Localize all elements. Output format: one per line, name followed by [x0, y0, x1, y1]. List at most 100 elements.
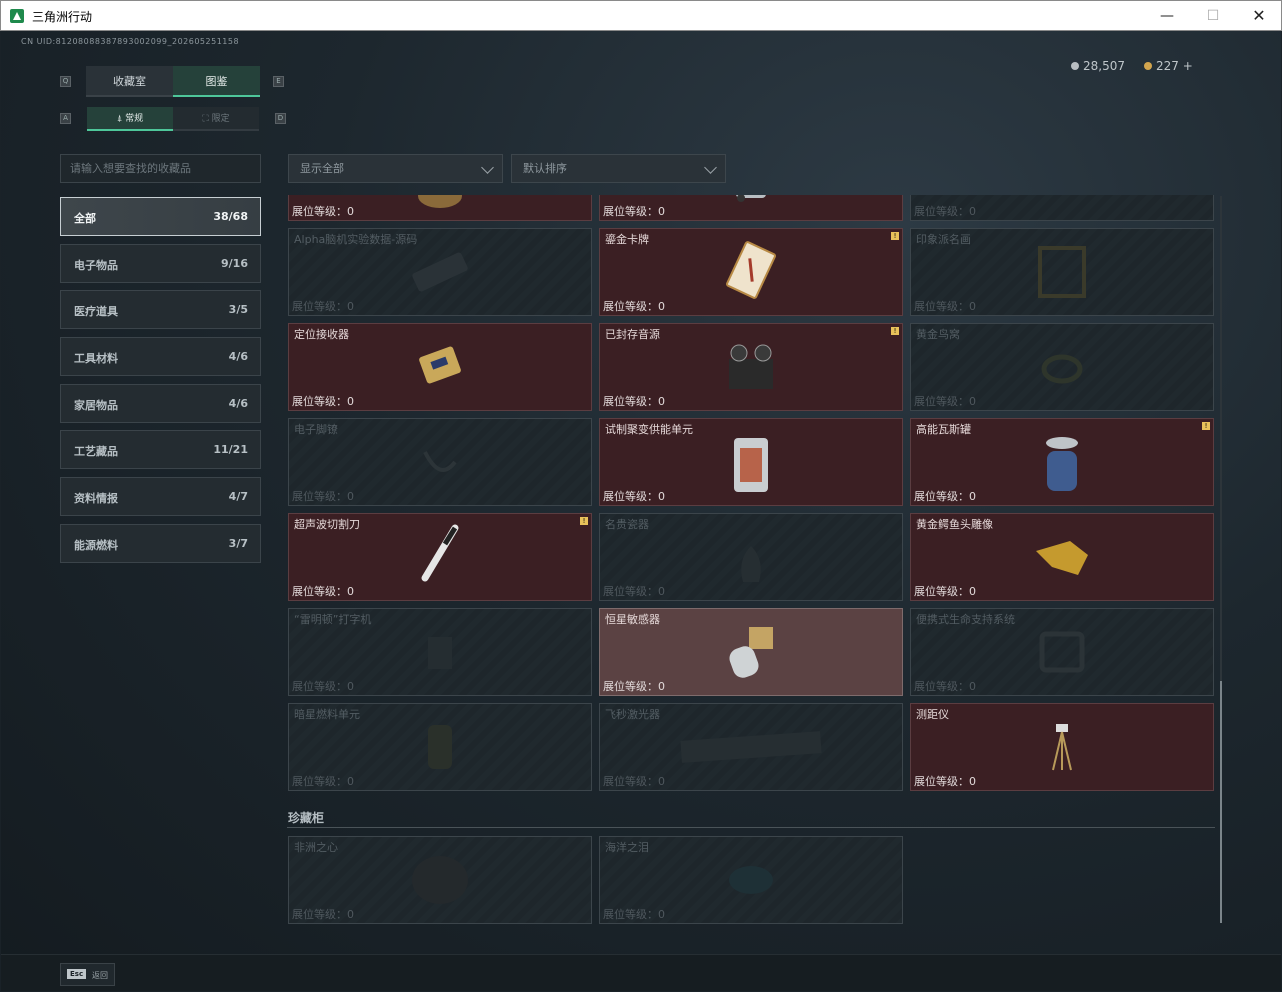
prev-subtab-key-icon[interactable]: A: [60, 113, 71, 124]
tab-catalog[interactable]: 图鉴: [173, 66, 260, 97]
treasure-card[interactable]: 非洲之心 展位等级：0: [288, 836, 592, 924]
bottom-bar: Esc 返回: [1, 954, 1281, 991]
item-card[interactable]: 印象派名画 展位等级：0: [910, 228, 1214, 316]
item-name: “雷明顿”打字机: [294, 613, 372, 626]
back-button[interactable]: Esc 返回: [60, 963, 115, 986]
silver-amount: 28,507: [1083, 59, 1125, 73]
item-level: 展位等级：0: [603, 680, 665, 693]
chevron-down-icon: [704, 161, 717, 174]
item-name: 海洋之泪: [605, 841, 649, 854]
category-household[interactable]: 家居物品 4/6: [60, 384, 261, 423]
item-level: 展位等级：0: [914, 395, 976, 408]
ultrasonic-cutter-icon: [421, 524, 459, 582]
item-card[interactable]: 试制聚变供能单元 展位等级：0: [599, 418, 903, 506]
category-label: 全部: [74, 212, 96, 225]
tear-of-ocean-icon: [729, 866, 773, 894]
next-subtab-key-icon[interactable]: D: [275, 113, 286, 124]
app-logo-icon: [10, 9, 24, 23]
item-level: 展位等级：0: [292, 490, 354, 503]
item-level: 展位等级：0: [292, 680, 354, 693]
item-card[interactable]: 展位等级：0: [599, 195, 903, 221]
gas-canister-icon: [1046, 436, 1078, 491]
next-tab-key-icon[interactable]: E: [273, 76, 284, 87]
item-level: 展位等级：0: [292, 585, 354, 598]
category-electronics[interactable]: 电子物品 9/16: [60, 244, 261, 283]
porcelain-vase-icon: [741, 531, 761, 582]
category-medical[interactable]: 医疗道具 3/5: [60, 290, 261, 329]
item-card-selected[interactable]: 恒星敏感器 展位等级：0: [599, 608, 903, 696]
item-name: 测距仪: [916, 708, 949, 721]
gold-currency[interactable]: 227 +: [1144, 59, 1193, 73]
item-card[interactable]: 定位接收器 展位等级：0: [288, 323, 592, 411]
subtab-regular[interactable]: ⍋ 常规: [87, 107, 173, 131]
category-label: 工艺藏品: [74, 445, 118, 458]
fuel-cell-icon: [428, 725, 452, 769]
category-label: 能源燃料: [74, 539, 118, 552]
device-icon: [736, 195, 766, 202]
item-name: 暗星燃料单元: [294, 708, 360, 721]
category-count: 4/6: [228, 397, 248, 410]
item-card[interactable]: 超声波切割刀 ! 展位等级：0: [288, 513, 592, 601]
item-card[interactable]: 鎏金卡牌 ! 展位等级：0: [599, 228, 903, 316]
item-card[interactable]: Alpha脑机实验数据-源码 展位等级：0: [288, 228, 592, 316]
item-level: 展位等级：0: [292, 395, 354, 408]
item-level: 展位等级：0: [292, 300, 354, 313]
item-card[interactable]: 测距仪 展位等级：0: [910, 703, 1214, 791]
close-button[interactable]: ✕: [1236, 1, 1282, 31]
category-tools[interactable]: 工具材料 4/6: [60, 337, 261, 376]
item-name: 高能瓦斯罐: [916, 423, 971, 436]
item-level: 展位等级：0: [914, 775, 976, 788]
item-card[interactable]: 黄金鸟窝 展位等级：0: [910, 323, 1214, 411]
item-name: 超声波切割刀: [294, 518, 360, 531]
rangefinder-icon: [1052, 724, 1072, 771]
esc-key-icon: Esc: [67, 969, 87, 979]
category-count: 4/6: [228, 350, 248, 363]
item-name: 电子脚镣: [294, 423, 338, 436]
item-card[interactable]: 便携式生命支持系统 展位等级：0: [910, 608, 1214, 696]
grid-scrollbar[interactable]: [1220, 196, 1222, 923]
item-card[interactable]: 黄金鳄鱼头雕像 展位等级：0: [910, 513, 1214, 601]
game-viewport: CN UID:81208088387893002099_202605251158…: [1, 31, 1281, 991]
silver-coin-icon: [1071, 62, 1079, 70]
maximize-button[interactable]: ☐: [1190, 1, 1236, 31]
item-level: 展位等级：0: [603, 395, 665, 408]
item-name: 非洲之心: [294, 841, 338, 854]
painting-icon: [1038, 246, 1086, 298]
category-label: 家居物品: [74, 399, 118, 412]
category-count: 4/7: [228, 490, 248, 503]
item-card[interactable]: 暗星燃料单元 展位等级：0: [288, 703, 592, 791]
subtab-limited[interactable]: ⛶ 限定: [173, 107, 259, 131]
item-name: 印象派名画: [916, 233, 971, 246]
category-energy[interactable]: 能源燃料 3/7: [60, 524, 261, 563]
prev-tab-key-icon[interactable]: Q: [60, 76, 71, 87]
category-intel[interactable]: 资料情报 4/7: [60, 477, 261, 516]
item-card[interactable]: 展位等级：0: [910, 195, 1214, 221]
item-card[interactable]: 名贵瓷器 展位等级：0: [599, 513, 903, 601]
item-level: 展位等级：0: [603, 490, 665, 503]
laser-icon: [680, 731, 822, 763]
tab-collection-room[interactable]: 收藏室: [86, 66, 173, 97]
category-crafts[interactable]: 工艺藏品 11/21: [60, 430, 261, 469]
item-card[interactable]: 已封存音源 ! 展位等级：0: [599, 323, 903, 411]
item-card[interactable]: “雷明顿”打字机 展位等级：0: [288, 608, 592, 696]
item-name: 便携式生命支持系统: [916, 613, 1015, 626]
item-name: 已封存音源: [605, 328, 660, 341]
category-count: 3/7: [228, 537, 248, 550]
item-card[interactable]: 电子脚镣 展位等级：0: [288, 418, 592, 506]
minimize-button[interactable]: —: [1144, 1, 1190, 31]
category-all[interactable]: 全部 38/68: [60, 197, 261, 236]
search-input[interactable]: [60, 154, 261, 183]
item-card[interactable]: 飞秒激光器 展位等级：0: [599, 703, 903, 791]
item-card[interactable]: 展位等级：0: [288, 195, 592, 221]
filter-dropdown[interactable]: 显示全部: [288, 154, 503, 183]
item-level: 展位等级：0: [603, 908, 665, 921]
item-card[interactable]: 高能瓦斯罐 ! 展位等级：0: [910, 418, 1214, 506]
category-count: 9/16: [221, 257, 248, 270]
item-name: 鎏金卡牌: [605, 233, 649, 246]
sort-dropdown[interactable]: 默认排序: [511, 154, 726, 183]
medal-icon: [418, 195, 462, 209]
treasure-card[interactable]: 海洋之泪 展位等级：0: [599, 836, 903, 924]
gold-amount: 227 +: [1156, 59, 1193, 73]
section-title-treasure-cabinet: 珍藏柜: [288, 811, 325, 825]
scrollbar-thumb[interactable]: [1220, 681, 1222, 923]
